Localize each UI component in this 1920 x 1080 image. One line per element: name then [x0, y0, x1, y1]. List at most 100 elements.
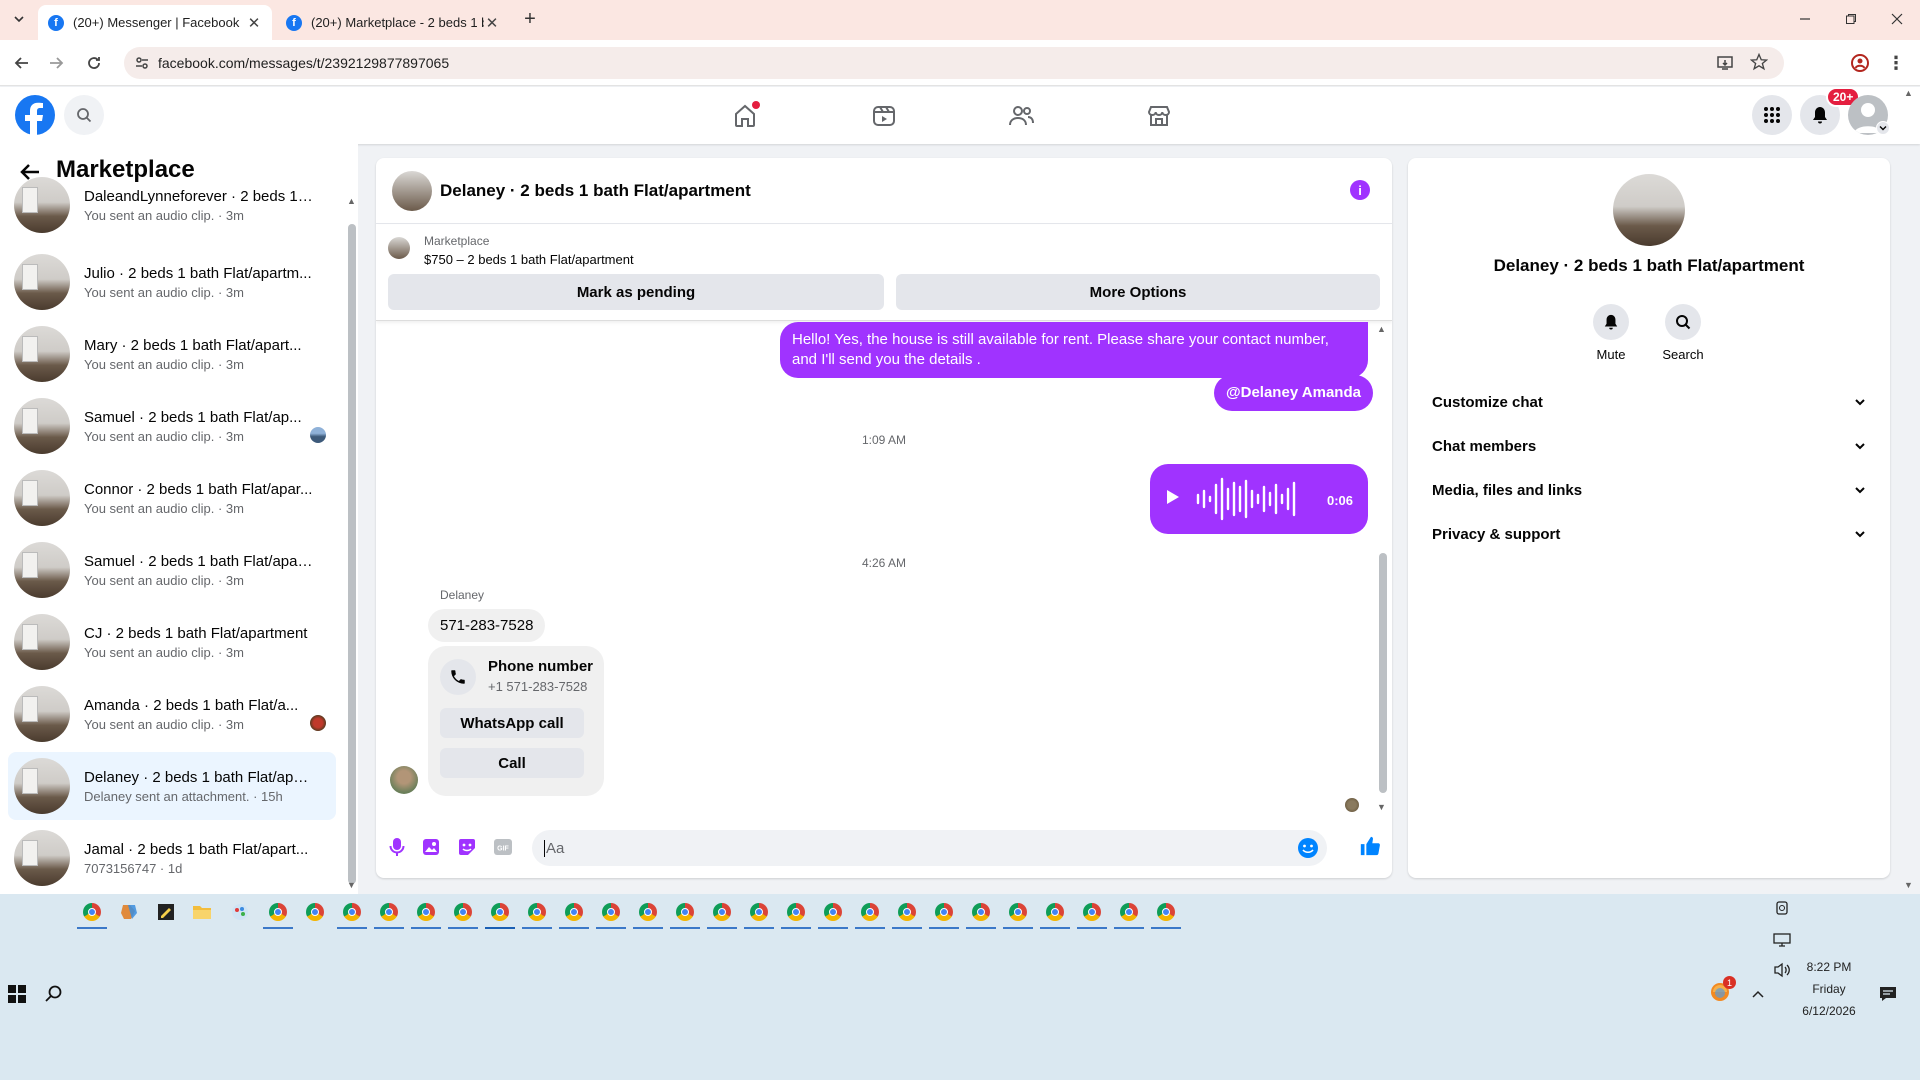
taskbar-chrome-icon[interactable]: [744, 900, 774, 929]
taskbar-chrome-icon[interactable]: [1077, 900, 1107, 929]
taskbar-chrome-icon[interactable]: [596, 900, 626, 929]
outgoing-mention-message[interactable]: @Delaney Amanda: [1214, 375, 1373, 411]
weather-widget-icon[interactable]: 1: [1706, 976, 1736, 1006]
gif-icon[interactable]: GIF: [492, 836, 514, 858]
thumbs-up-icon[interactable]: [1358, 834, 1382, 858]
back-icon[interactable]: [10, 51, 34, 75]
search-in-conversation-button[interactable]: Search: [1653, 304, 1713, 362]
listing-title[interactable]: $750 – 2 beds 1 bath Flat/apartment: [424, 252, 634, 267]
conversation-item-selected[interactable]: Delaney · 2 beds 1 bath Flat/apa... Delan…: [8, 752, 336, 820]
address-bar[interactable]: facebook.com/messages/t/2392129877897065: [124, 47, 1784, 79]
menu-grid-icon[interactable]: [1752, 95, 1792, 135]
taskbar-chrome-icon[interactable]: [892, 900, 922, 929]
taskbar-copilot-icon[interactable]: [117, 900, 141, 924]
conversation-item[interactable]: Julio · 2 beds 1 bath Flat/apartm... You …: [8, 248, 336, 316]
scroll-up-arrow[interactable]: ▲: [1377, 324, 1386, 334]
browser-menu-icon[interactable]: ⋮: [1884, 51, 1908, 75]
windows-start-icon[interactable]: [5, 982, 29, 1006]
page-scroll-down-arrow[interactable]: ▼: [1904, 880, 1913, 890]
close-window-button[interactable]: [1886, 8, 1908, 30]
reload-icon[interactable]: [82, 51, 106, 75]
install-app-icon[interactable]: [1716, 54, 1734, 72]
conversation-item[interactable]: Samuel · 2 beds 1 bath Flat/ap... You sen…: [8, 392, 336, 460]
taskbar-chrome-icon[interactable]: [448, 900, 478, 929]
conversation-item[interactable]: CJ · 2 beds 1 bath Flat/apartment You sen…: [8, 608, 336, 676]
taskbar-chrome-icon[interactable]: [337, 900, 367, 929]
thread-scrollbar[interactable]: [1379, 553, 1387, 793]
scroll-up-arrow[interactable]: ▲: [347, 196, 356, 206]
photo-icon[interactable]: [420, 836, 442, 858]
taskbar-chrome-icon[interactable]: [559, 900, 589, 929]
taskbar-search-icon[interactable]: [42, 982, 66, 1006]
sticker-icon[interactable]: [456, 836, 478, 858]
taskbar-chrome-icon[interactable]: [303, 900, 327, 924]
page-scroll-up-arrow[interactable]: ▲: [1904, 88, 1913, 98]
taskbar-chrome-icon[interactable]: [411, 900, 441, 929]
taskbar-chrome-icon[interactable]: [263, 900, 293, 929]
mute-button[interactable]: Mute: [1581, 304, 1641, 362]
conversation-item[interactable]: DaleandLynneforever · 2 beds 1 ... You se…: [8, 176, 336, 234]
taskbar-chrome-icon[interactable]: [818, 900, 848, 929]
taskbar-chrome-icon[interactable]: [781, 900, 811, 929]
restore-button[interactable]: [1840, 8, 1862, 30]
taskbar-chrome-icon[interactable]: [1040, 900, 1070, 929]
conversation-item[interactable]: Jamal · 2 beds 1 bath Flat/apart... 70731…: [8, 824, 336, 892]
taskbar-chrome-icon[interactable]: [670, 900, 700, 929]
conversation-item[interactable]: Connor · 2 beds 1 bath Flat/apar... You s…: [8, 464, 336, 532]
taskbar-chrome-icon[interactable]: [374, 900, 404, 929]
forward-icon[interactable]: [44, 51, 68, 75]
site-info-icon[interactable]: [134, 55, 150, 71]
taskbar-chrome-icon[interactable]: [77, 900, 107, 929]
video-icon[interactable]: [869, 101, 899, 131]
outgoing-message[interactable]: Hello! Yes, the house is still available…: [780, 322, 1368, 378]
account-chevron-down-icon[interactable]: [1876, 121, 1890, 135]
taskbar-file-explorer-icon[interactable]: [190, 900, 214, 924]
scroll-down-arrow[interactable]: ▼: [347, 880, 356, 890]
new-tab-button[interactable]: +: [519, 8, 541, 30]
tab-marketplace[interactable]: f (20+) Marketplace - 2 beds 1 b ✕: [276, 5, 510, 40]
microphone-icon[interactable]: [386, 836, 408, 858]
taskbar-paint-icon[interactable]: [228, 900, 252, 924]
listing-avatar[interactable]: [1613, 174, 1685, 246]
audio-message[interactable]: 0:06: [1150, 464, 1368, 534]
chat-members-section[interactable]: Chat members: [1424, 424, 1874, 468]
tab-search-icon[interactable]: [8, 8, 30, 30]
taskbar-chrome-icon[interactable]: [1151, 900, 1181, 929]
taskbar-chrome-icon[interactable]: [633, 900, 663, 929]
conversation-title[interactable]: Delaney · 2 beds 1 bath Flat/apartment: [440, 181, 751, 201]
chat-list-scrollbar[interactable]: [348, 224, 356, 884]
conversation-item[interactable]: Samuel · 2 beds 1 bath Flat/apar... You s…: [8, 536, 336, 604]
conversation-item[interactable]: Amanda · 2 beds 1 bath Flat/a... You sent…: [8, 680, 336, 748]
emoji-icon[interactable]: [1297, 837, 1319, 859]
scroll-down-arrow[interactable]: ▼: [1377, 802, 1386, 812]
home-icon[interactable]: [730, 101, 760, 131]
taskbar-chrome-icon[interactable]: [707, 900, 737, 929]
close-tab-icon[interactable]: ✕: [246, 14, 262, 32]
taskbar-chrome-icon[interactable]: [929, 900, 959, 929]
play-icon[interactable]: [1166, 489, 1180, 505]
conversation-avatar[interactable]: [392, 171, 432, 211]
search-icon[interactable]: [64, 95, 104, 135]
taskbar-chrome-icon[interactable]: [522, 900, 552, 929]
conversation-item[interactable]: Mary · 2 beds 1 bath Flat/apart... You se…: [8, 320, 336, 388]
taskbar-chrome-icon[interactable]: [1114, 900, 1144, 929]
message-input[interactable]: Aa: [532, 830, 1327, 866]
whatsapp-call-button[interactable]: WhatsApp call: [440, 708, 584, 738]
sender-avatar[interactable]: [390, 766, 418, 794]
marketplace-icon[interactable]: [1144, 101, 1174, 131]
tray-device-icon[interactable]: [1770, 896, 1794, 920]
tray-display-icon[interactable]: [1770, 928, 1794, 952]
close-tab-icon[interactable]: ✕: [484, 14, 500, 32]
show-hidden-icons-chevron-icon[interactable]: [1746, 982, 1770, 1006]
taskbar-sticky-notes-icon[interactable]: [154, 900, 178, 924]
minimize-button[interactable]: [1794, 8, 1816, 30]
incoming-message[interactable]: 571-283-7528: [428, 609, 546, 642]
media-files-links-section[interactable]: Media, files and links: [1424, 468, 1874, 512]
mark-as-pending-button[interactable]: Mark as pending: [388, 274, 884, 310]
friends-icon[interactable]: [1006, 101, 1036, 131]
bookmark-star-icon[interactable]: [1750, 53, 1768, 71]
more-options-button[interactable]: More Options: [896, 274, 1380, 310]
privacy-support-section[interactable]: Privacy & support: [1424, 512, 1874, 556]
tab-messenger[interactable]: f (20+) Messenger | Facebook ✕: [38, 5, 272, 40]
customize-chat-section[interactable]: Customize chat: [1424, 380, 1874, 424]
